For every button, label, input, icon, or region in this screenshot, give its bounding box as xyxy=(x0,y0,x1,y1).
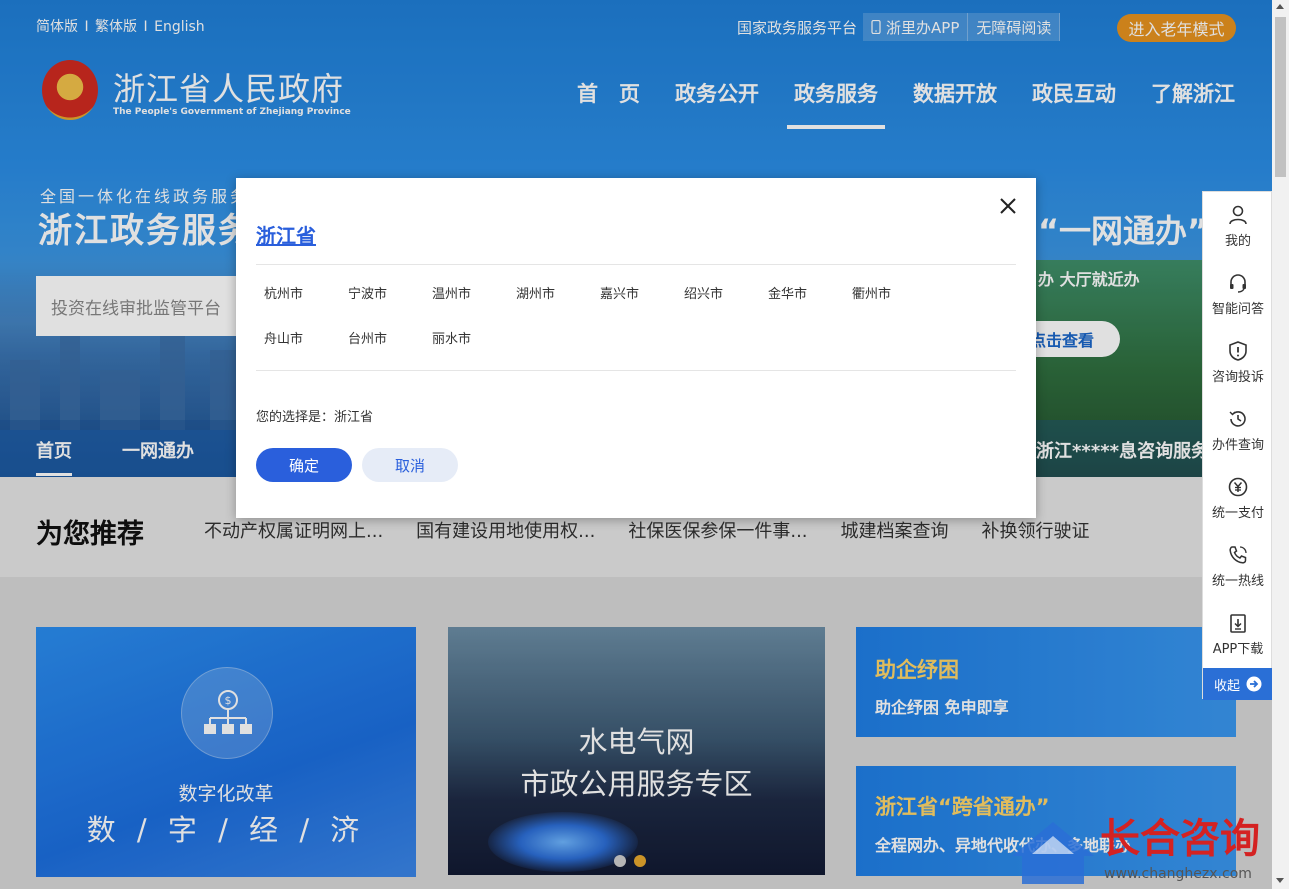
arrow-right-icon xyxy=(1246,676,1262,692)
confirm-button[interactable]: 确定 xyxy=(256,448,352,482)
cancel-button[interactable]: 取消 xyxy=(362,448,458,482)
selection-status: 您的选择是：浙江省 xyxy=(256,410,374,425)
city-option[interactable]: 温州市 xyxy=(432,283,516,328)
city-option[interactable]: 杭州市 xyxy=(264,283,348,328)
floating-toolbar: 我的 智能问答 咨询投诉 办件查询 统一支付 统一热线 APP下载 收起 xyxy=(1202,191,1273,700)
city-list: 杭州市 宁波市 温州市 湖州市 嘉兴市 绍兴市 金华市 衢州市 舟山市 台州市 … xyxy=(264,283,1004,373)
page-scrollbar[interactable] xyxy=(1272,0,1289,889)
divider xyxy=(256,264,1016,265)
house-logo-icon xyxy=(1012,822,1094,884)
city-option[interactable]: 台州市 xyxy=(348,328,432,373)
toolbar-item-complaint[interactable]: 咨询投诉 xyxy=(1203,328,1273,396)
toolbar-item-qa[interactable]: 智能问答 xyxy=(1203,260,1273,328)
scroll-up-icon[interactable] xyxy=(1276,4,1284,9)
close-icon[interactable] xyxy=(998,196,1018,216)
toolbar-item-payment[interactable]: 统一支付 xyxy=(1203,464,1273,532)
yuan-icon xyxy=(1228,477,1248,497)
toolbar-item-query[interactable]: 办件查询 xyxy=(1203,396,1273,464)
download-icon xyxy=(1230,614,1246,633)
toolbar-item-mine[interactable]: 我的 xyxy=(1203,192,1273,260)
phone-icon xyxy=(1229,546,1247,564)
shield-alert-icon xyxy=(1229,341,1247,361)
headset-icon xyxy=(1230,274,1246,293)
city-option[interactable]: 衢州市 xyxy=(852,283,936,328)
region-select-dialog: 浙江省 杭州市 宁波市 温州市 湖州市 嘉兴市 绍兴市 金华市 衢州市 舟山市 … xyxy=(236,178,1036,518)
toolbar-item-app-download[interactable]: APP下载 xyxy=(1203,600,1273,668)
watermark-url: www.changhezx.com xyxy=(1104,866,1252,882)
province-link[interactable]: 浙江省 xyxy=(256,220,316,249)
watermark-logo: 长合咨询 xyxy=(1100,816,1260,862)
scroll-thumb[interactable] xyxy=(1275,17,1286,177)
city-option[interactable]: 绍兴市 xyxy=(684,283,768,328)
toolbar-item-hotline[interactable]: 统一热线 xyxy=(1203,532,1273,600)
city-option[interactable]: 湖州市 xyxy=(516,283,600,328)
user-icon xyxy=(1229,205,1247,225)
divider xyxy=(256,370,1016,371)
city-option[interactable]: 丽水市 xyxy=(432,328,516,373)
city-option[interactable]: 宁波市 xyxy=(348,283,432,328)
city-option[interactable]: 嘉兴市 xyxy=(600,283,684,328)
scroll-down-icon[interactable] xyxy=(1276,878,1284,883)
city-option[interactable]: 金华市 xyxy=(768,283,852,328)
history-icon xyxy=(1229,411,1246,427)
collapse-toolbar-button[interactable]: 收起 xyxy=(1203,668,1273,700)
city-option[interactable]: 舟山市 xyxy=(264,328,348,373)
